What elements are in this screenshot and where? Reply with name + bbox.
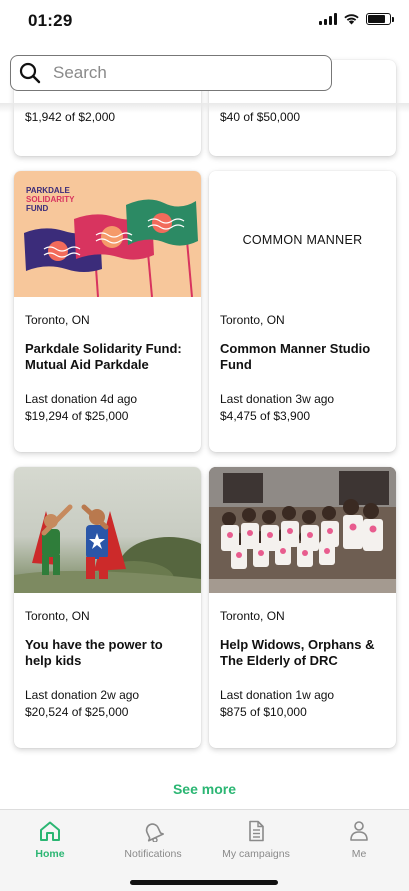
card-location: Toronto, ON [25,313,90,327]
card-amount: $19,294 of $25,000 [25,409,129,423]
search-icon [19,62,41,84]
card-last-donation: Last donation 3w ago [220,392,335,406]
campaign-image [14,467,201,593]
search-bar[interactable] [10,55,332,91]
kids-superhero-photo [14,504,201,593]
home-indicator [130,880,278,885]
flags-illustration [24,199,198,297]
tab-home[interactable]: Home [0,820,100,860]
tab-me[interactable]: Me [309,820,409,860]
campaign-card[interactable]: Toronto, ON You have the power to help k… [14,467,201,748]
card-body: Toronto, ON Common Manner Studio Fund La… [209,297,396,423]
campaign-card[interactable]: PARKDALE SOLIDARITY FUND Toronto, ON Par… [14,171,201,452]
campaign-image [209,467,396,593]
cellular-signal-icon [319,13,337,25]
tab-my-campaigns[interactable]: My campaigns [206,820,306,860]
card-amount: $20,524 of $25,000 [25,705,129,719]
bell-icon [145,823,165,842]
home-icon [40,821,60,841]
card-body: Toronto, ON Parkdale Solidarity Fund: Mu… [14,297,201,423]
card-last-donation: Last donation 1w ago [220,688,335,702]
campaign-card[interactable]: Toronto, ON Help Widows, Orphans & The E… [209,467,396,748]
card-last-donation: Last donation 4d ago [25,392,138,406]
card-body: Toronto, ON Help Widows, Orphans & The E… [209,593,396,719]
campaign-image: COMMON MANNER [209,171,396,297]
tab-label: Notifications [124,848,182,860]
drc-children-group-photo [209,467,396,593]
person-icon [350,821,368,841]
status-bar: 01:29 [0,0,409,44]
campaign-image: PARKDALE SOLIDARITY FUND [14,171,201,297]
tab-label: Home [35,848,65,860]
battery-level [368,15,385,23]
status-icons [319,13,394,25]
card-location: Toronto, ON [220,313,285,327]
wifi-icon [344,14,359,25]
screen: 01:29 $1,942 of $2,000 $40 of $50,000 [0,0,409,891]
header-shadow [0,103,409,113]
card-location: Toronto, ON [220,609,285,623]
card-amount: $875 of $10,000 [220,705,307,719]
card-location: Toronto, ON [25,609,90,623]
tab-bar: Home Notifications My campaigns Me [0,809,409,891]
battery-icon [366,13,394,25]
card-amount: $4,475 of $3,900 [220,409,311,423]
search-input[interactable] [53,63,303,83]
card-title: Help Widows, Orphans & The Elderly of DR… [220,637,375,668]
document-icon [249,820,264,842]
card-last-donation: Last donation 2w ago [25,688,140,702]
see-more-link[interactable]: See more [0,781,409,797]
card-body: Toronto, ON You have the power to help k… [14,593,201,719]
card-title: Parkdale Solidarity Fund: Mutual Aid Par… [25,341,182,372]
card-title: Common Manner Studio Fund [220,341,371,372]
common-manner-logo: COMMON MANNER [242,233,363,247]
card-title: You have the power to help kids [25,637,163,668]
tab-label: Me [351,848,367,860]
campaign-card[interactable]: COMMON MANNER Toronto, ON Common Manner … [209,171,396,452]
tab-label: My campaigns [222,848,290,860]
status-time: 01:29 [28,11,73,30]
tab-notifications[interactable]: Notifications [103,820,203,860]
